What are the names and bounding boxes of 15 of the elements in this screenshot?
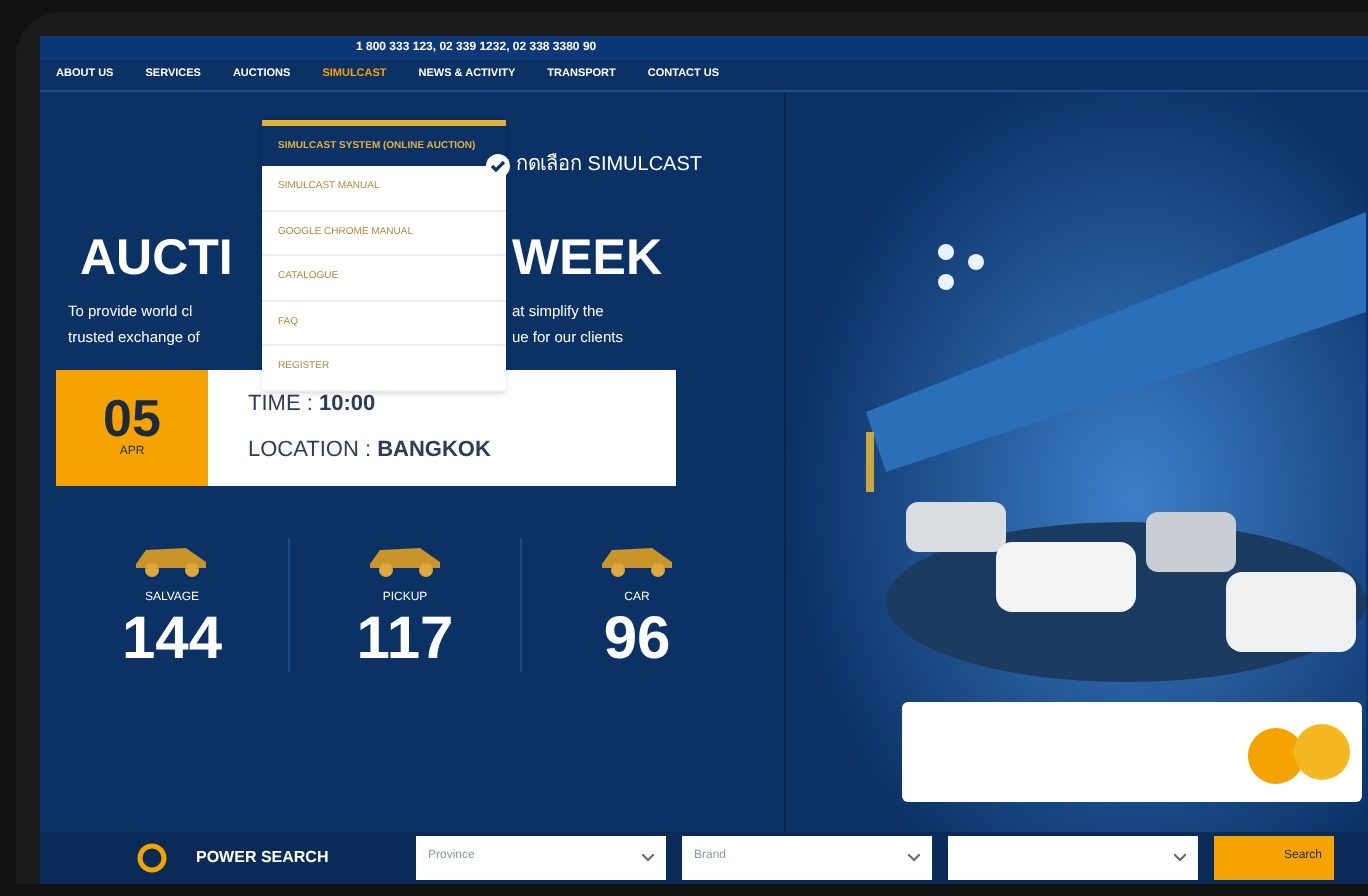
select-field[interactable] — [948, 835, 1198, 880]
search-icon — [136, 841, 168, 874]
stat-count: 117 — [356, 607, 454, 672]
chevron-icon — [642, 853, 654, 862]
time-text: TIME : 10:00 — [248, 390, 378, 421]
day-number: 05 — [103, 392, 161, 445]
hero-title: AUCTI — [80, 229, 233, 286]
stat-count: 96 — [603, 607, 671, 672]
chevron-icon — [908, 853, 920, 862]
callout-text: กดเลือก SIMULCAST — [516, 151, 703, 180]
stat-count: 144 — [121, 607, 223, 672]
location-text: LOCATION : BANGKOK — [248, 435, 491, 466]
hero-title: WEEK — [512, 227, 662, 290]
chevron-icon — [1174, 853, 1186, 862]
search-title: POWER SEARCH — [196, 845, 331, 870]
